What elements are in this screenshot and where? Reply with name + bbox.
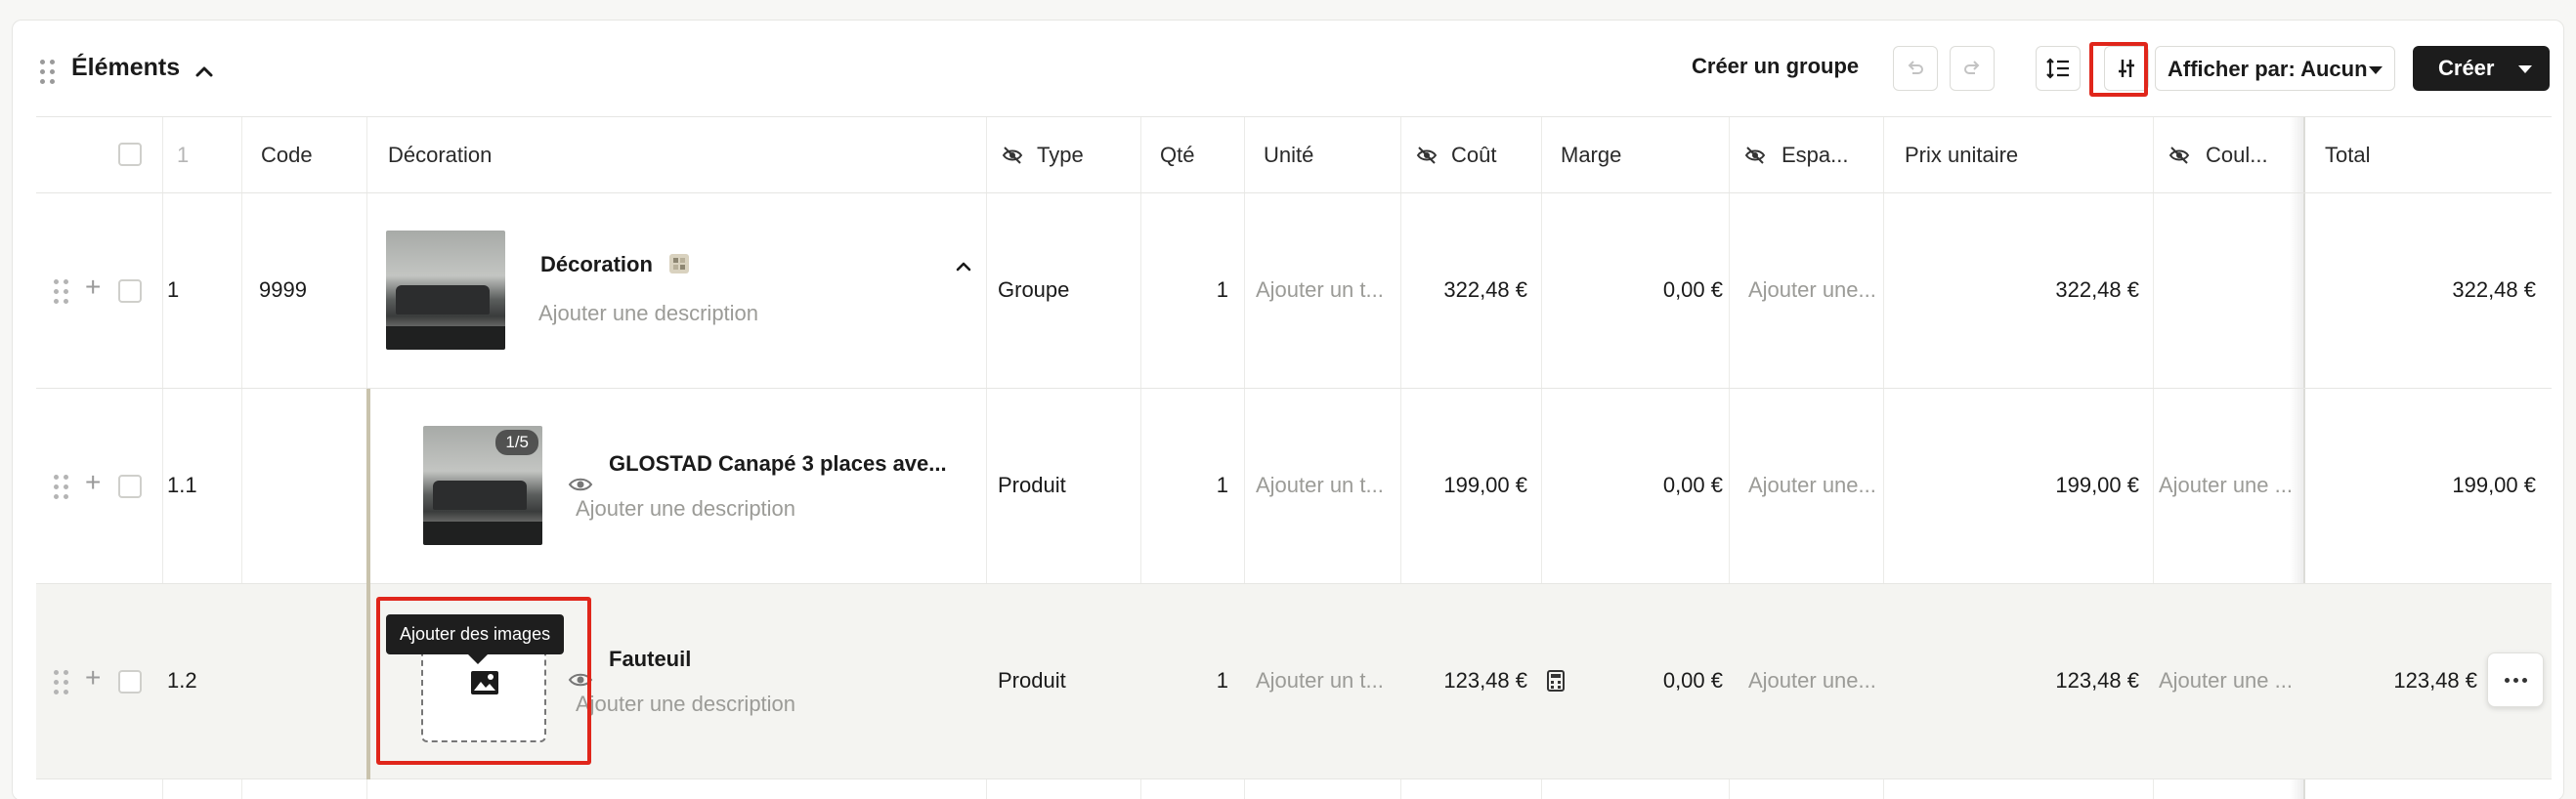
col-type[interactable]: Type (1037, 143, 1084, 168)
row-index: 1.1 (167, 473, 197, 497)
row-checkbox[interactable] (118, 670, 142, 694)
col-cost[interactable]: Coût (1451, 143, 1496, 168)
redo-icon (1964, 61, 1980, 74)
display-by-select[interactable]: Afficher par: Aucun (2155, 46, 2395, 91)
row-margin[interactable]: 0,00 € (1561, 668, 1723, 694)
eye-icon[interactable] (568, 475, 593, 494)
eye-off-icon[interactable] (1744, 146, 1766, 165)
row-total: 199,00 € (2452, 473, 2536, 497)
row-qty[interactable]: 1 (1150, 473, 1228, 498)
unit-input[interactable]: Ajouter un t... (1256, 668, 1384, 694)
table-row[interactable]: + 1 9999 Décoration Ajouter une descript… (36, 193, 2552, 389)
description-input[interactable]: Ajouter une description (576, 496, 795, 522)
space-input[interactable]: Ajouter une... (1748, 277, 1876, 303)
row-qty[interactable]: 1 (1150, 277, 1228, 303)
line-height-button[interactable] (2036, 46, 2081, 91)
image-count-badge: 1/5 (495, 430, 538, 455)
chevron-up-icon[interactable] (191, 58, 218, 85)
table-header: 1 Code Décoration Type Qté Unité Coût Ma… (36, 117, 2552, 193)
row-margin[interactable]: 0,00 € (1561, 473, 1723, 498)
drag-handle-icon[interactable] (54, 670, 68, 694)
col-qty[interactable]: Qté (1160, 143, 1194, 168)
space-input[interactable]: Ajouter une... (1748, 473, 1876, 498)
col-unit-price[interactable]: Prix unitaire (1905, 143, 2018, 168)
row-index: 1 (167, 277, 180, 302)
panel-title: Éléments (71, 54, 181, 81)
add-row-icon[interactable]: + (85, 662, 101, 694)
drag-handle-icon[interactable] (54, 475, 68, 499)
col-code[interactable]: Code (261, 143, 313, 168)
col-space[interactable]: Espa... (1782, 143, 1848, 168)
row-unit-price[interactable]: 199,00 € (1893, 473, 2139, 498)
unit-input[interactable]: Ajouter un t... (1256, 277, 1384, 303)
row-checkbox[interactable] (118, 475, 142, 498)
group-icon (669, 254, 689, 273)
col-margin[interactable]: Marge (1561, 143, 1621, 168)
elements-panel: Éléments Créer un groupe Afficher par: A… (12, 20, 2564, 799)
more-icon[interactable] (2487, 652, 2544, 707)
col-decoration[interactable]: Décoration (388, 143, 492, 168)
row-unit-price[interactable]: 123,48 € (1893, 668, 2139, 694)
display-by-label: Afficher par: Aucun (2168, 57, 2368, 81)
row-type[interactable]: Groupe (998, 277, 1069, 303)
row-cost[interactable]: 123,48 € (1404, 668, 1527, 694)
col-unit[interactable]: Unité (1264, 143, 1313, 168)
item-image[interactable] (386, 231, 505, 350)
row-type[interactable]: Produit (998, 668, 1066, 694)
item-image[interactable]: 1/5 (423, 426, 542, 545)
undo-button[interactable] (1893, 46, 1938, 91)
caret-down-icon (2518, 65, 2532, 73)
row-cost[interactable]: 199,00 € (1404, 473, 1527, 498)
create-label: Créer (2438, 56, 2495, 80)
item-name[interactable]: GLOSTAD Canapé 3 places ave... (609, 451, 947, 477)
row-qty[interactable]: 1 (1150, 668, 1228, 694)
drag-handle-icon[interactable] (40, 60, 55, 84)
panel-header: Éléments Créer un groupe Afficher par: A… (13, 21, 2563, 118)
undo-icon (1908, 61, 1923, 74)
table-row[interactable]: + 1.1 1/5 GLOSTAD Canapé 3 places ave...… (36, 389, 2552, 584)
add-row-icon[interactable]: + (85, 272, 101, 303)
item-name[interactable]: Fauteuil (609, 647, 691, 672)
eye-off-icon[interactable] (1002, 146, 1023, 165)
row-code[interactable]: 9999 (259, 277, 307, 303)
space-input[interactable]: Ajouter une... (1748, 668, 1876, 694)
add-row-icon[interactable]: + (85, 467, 101, 498)
row-index: 1.2 (167, 668, 197, 693)
row-type[interactable]: Produit (998, 473, 1066, 498)
row-cost[interactable]: 322,48 € (1404, 277, 1527, 303)
row-margin[interactable]: 0,00 € (1561, 277, 1723, 303)
col-total[interactable]: Total (2325, 143, 2370, 168)
highlight-column-settings (2089, 42, 2148, 97)
chevron-up-icon[interactable] (953, 256, 974, 277)
redo-button[interactable] (1950, 46, 1995, 91)
col-color[interactable]: Coul... (2206, 143, 2268, 168)
highlight-add-image (376, 597, 591, 765)
description-input[interactable]: Ajouter une description (576, 692, 795, 717)
eye-off-icon[interactable] (1416, 146, 1438, 165)
color-input[interactable]: Ajouter une ... (2159, 473, 2293, 498)
select-all-checkbox[interactable] (118, 143, 142, 166)
create-group-button[interactable]: Créer un groupe (1692, 54, 1859, 79)
drag-handle-icon[interactable] (54, 279, 68, 304)
row-checkbox[interactable] (118, 279, 142, 303)
col-index: 1 (177, 143, 190, 167)
caret-down-icon (2369, 66, 2383, 74)
row-total: 322,48 € (2452, 277, 2536, 302)
row-total: 123,48 € (2393, 668, 2477, 693)
eye-off-icon[interactable] (2168, 146, 2190, 165)
description-input[interactable]: Ajouter une description (538, 301, 758, 326)
create-button[interactable]: Créer (2413, 46, 2550, 91)
unit-input[interactable]: Ajouter un t... (1256, 473, 1384, 498)
row-unit-price[interactable]: 322,48 € (1893, 277, 2139, 303)
line-height-icon (2046, 58, 2069, 79)
item-name[interactable]: Décoration (540, 252, 653, 277)
